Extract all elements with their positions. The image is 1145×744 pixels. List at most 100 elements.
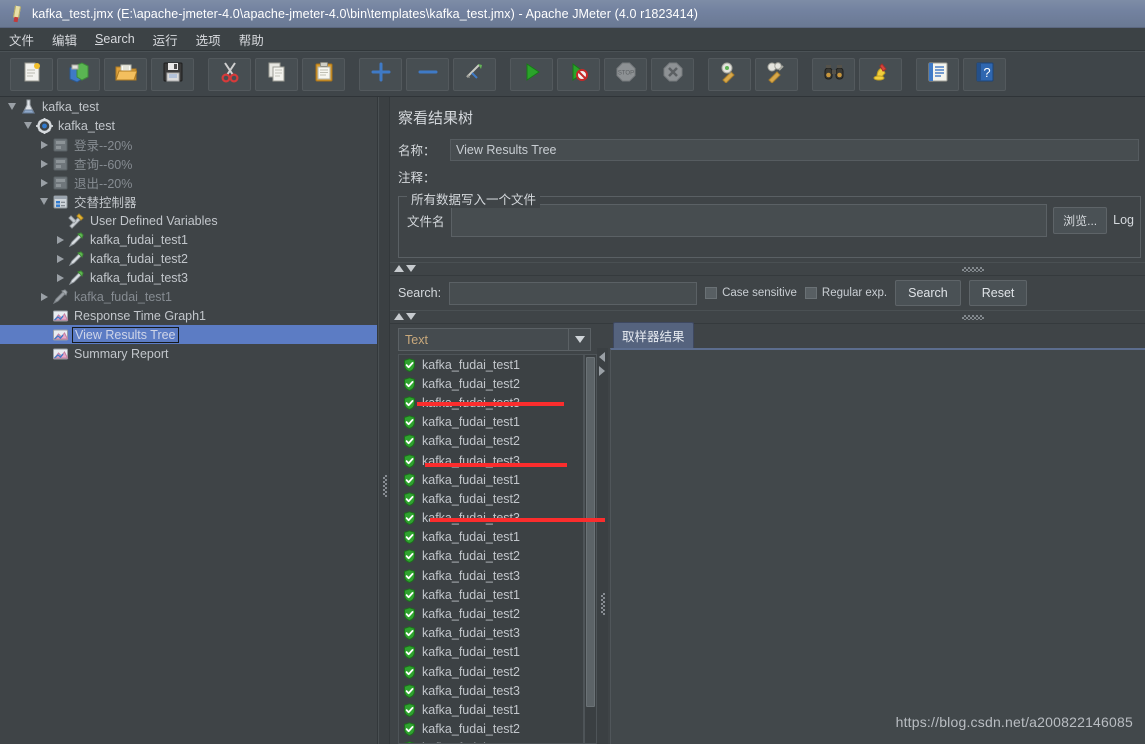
shutdown-button[interactable] <box>651 57 694 91</box>
result-list-item[interactable]: kafka_fudai_test1 <box>399 643 583 662</box>
result-list-item[interactable]: kafka_fudai_test3 <box>399 451 583 470</box>
templates-button[interactable] <box>57 57 100 91</box>
name-input[interactable]: View Results Tree <box>450 138 1139 161</box>
collapse-arrows-icon[interactable] <box>394 265 416 272</box>
collapse-arrows-icon[interactable] <box>394 313 416 320</box>
search-binoculars-button[interactable] <box>812 57 855 91</box>
menu-item-3[interactable]: Search <box>86 30 144 48</box>
chevron-down-icon[interactable] <box>568 329 590 350</box>
result-list-item[interactable]: kafka_fudai_test1 <box>399 585 583 604</box>
case-sensitive-checkbox[interactable]: Case sensitive <box>705 287 797 299</box>
result-list-item[interactable]: kafka_fudai_test3 <box>399 739 583 743</box>
tree-node-8[interactable]: kafka_fudai_test1 <box>0 230 377 249</box>
chevron-right-icon[interactable] <box>36 289 52 305</box>
chevron-down-icon[interactable] <box>4 99 20 115</box>
renderer-select[interactable]: Text <box>398 328 591 351</box>
result-list-item[interactable]: kafka_fudai_test3 <box>399 624 583 643</box>
tree-node-4[interactable]: 查询--60% <box>0 154 377 173</box>
result-list-item[interactable]: kafka_fudai_test2 <box>399 720 583 739</box>
menu-item-6[interactable]: 帮助 <box>230 28 273 51</box>
paste-clipboard-button[interactable] <box>302 57 345 91</box>
tree-node-11[interactable]: kafka_fudai_test1 <box>0 287 377 306</box>
results-list[interactable]: kafka_fudai_test1 kafka_fudai_test2 kafka_… <box>398 354 584 744</box>
result-list-item[interactable]: kafka_fudai_test2 <box>399 432 583 451</box>
chevron-right-icon[interactable] <box>36 156 52 172</box>
splitter-grip-icon[interactable] <box>383 475 387 497</box>
chevron-right-icon[interactable] <box>36 175 52 191</box>
collapse-minus-button[interactable] <box>406 57 449 91</box>
menu-item-2[interactable]: 编辑 <box>43 28 86 51</box>
regular-exp-checkbox[interactable]: Regular exp. <box>804 287 887 299</box>
horizontal-splitter-grip-icon[interactable] <box>962 315 984 320</box>
reset-button[interactable]: Reset <box>968 280 1028 306</box>
filename-input[interactable] <box>450 203 1048 237</box>
menu-item-4[interactable]: 运行 <box>144 28 187 51</box>
function-helper-button[interactable] <box>916 57 959 91</box>
result-list-item[interactable]: kafka_fudai_test1 <box>399 355 583 374</box>
tree-node-10[interactable]: kafka_fudai_test3 <box>0 268 377 287</box>
start-no-timers-button[interactable] <box>557 57 600 91</box>
checkbox-box-icon[interactable] <box>804 287 817 299</box>
browse-button[interactable]: 浏览... <box>1053 206 1108 234</box>
open-folder-button[interactable] <box>104 57 147 91</box>
result-list-item[interactable]: kafka_fudai_test1 <box>399 470 583 489</box>
results-splitter[interactable] <box>597 348 608 744</box>
expand-plus-button[interactable] <box>359 57 402 91</box>
result-list-item[interactable]: kafka_fudai_test1 <box>399 528 583 547</box>
tree-node-9[interactable]: kafka_fudai_test2 <box>0 249 377 268</box>
tree-node-1[interactable]: kafka_test <box>0 97 377 116</box>
tree-node-3[interactable]: 登录--20% <box>0 135 377 154</box>
new-document-button[interactable] <box>10 57 53 91</box>
test-plan-tree[interactable]: kafka_test kafka_test 登录--20% 查询--60% 退出--20… <box>0 97 378 744</box>
chevron-right-icon[interactable] <box>36 137 52 153</box>
result-list-item[interactable]: kafka_fudai_test3 <box>399 681 583 700</box>
result-list-item[interactable]: kafka_fudai_test2 <box>399 604 583 623</box>
result-list-item[interactable]: kafka_fudai_test2 <box>399 662 583 681</box>
tree-node-12[interactable]: Response Time Graph1 <box>0 306 377 325</box>
tree-node-6[interactable]: 交替控制器 <box>0 192 377 211</box>
checkbox-box-icon[interactable] <box>705 287 718 299</box>
tree-node-14[interactable]: Summary Report <box>0 344 377 363</box>
scrollbar-thumb[interactable] <box>586 357 595 707</box>
start-play-button[interactable] <box>510 57 553 91</box>
chevron-right-icon[interactable] <box>52 232 68 248</box>
menu-item-1[interactable]: 文件 <box>0 28 43 51</box>
results-collapse-strip[interactable] <box>390 310 1145 324</box>
search-input[interactable] <box>449 281 698 305</box>
chevron-down-icon[interactable] <box>36 194 52 210</box>
result-list-item[interactable]: kafka_fudai_test3 <box>399 566 583 585</box>
results-list-scrollbar[interactable] <box>584 354 597 744</box>
help-book-button[interactable]: ? <box>963 57 1006 91</box>
toggle-button[interactable] <box>453 57 496 91</box>
menu-item-5[interactable]: 选项 <box>187 28 230 51</box>
chevron-right-icon[interactable] <box>52 251 68 267</box>
stop-button[interactable]: STOP <box>604 57 647 91</box>
chevron-down-icon[interactable] <box>20 118 36 134</box>
tree-node-7[interactable]: User Defined Variables <box>0 211 377 230</box>
tree-node-5[interactable]: 退出--20% <box>0 173 377 192</box>
comment-input[interactable] <box>450 165 1139 188</box>
chevron-right-icon[interactable] <box>52 270 68 286</box>
result-list-item[interactable]: kafka_fudai_test2 <box>399 489 583 508</box>
clear-all-button[interactable] <box>755 57 798 91</box>
splitter-grip-icon[interactable] <box>601 593 605 615</box>
result-list-item[interactable]: kafka_fudai_test1 <box>399 700 583 719</box>
result-list-item[interactable]: kafka_fudai_test1 <box>399 413 583 432</box>
clear-button[interactable] <box>708 57 751 91</box>
save-floppy-button[interactable] <box>151 57 194 91</box>
splitter-expand-right-icon[interactable] <box>599 352 605 362</box>
tab-sampler-result[interactable]: 取样器结果 <box>613 322 694 348</box>
splitter-expand-left-icon[interactable] <box>599 366 605 376</box>
search-button[interactable]: Search <box>895 280 961 306</box>
sampler-result-content[interactable] <box>610 348 1145 744</box>
tree-node-13[interactable]: View Results Tree <box>0 325 377 344</box>
horizontal-splitter-grip-icon[interactable] <box>962 267 984 272</box>
cut-scissors-button[interactable] <box>208 57 251 91</box>
main-splitter[interactable] <box>378 97 390 744</box>
result-list-item[interactable]: kafka_fudai_test2 <box>399 547 583 566</box>
copy-button[interactable] <box>255 57 298 91</box>
result-list-item[interactable]: kafka_fudai_test2 <box>399 374 583 393</box>
top-collapse-strip[interactable] <box>390 262 1145 276</box>
reset-search-button[interactable] <box>859 57 902 91</box>
tree-node-2[interactable]: kafka_test <box>0 116 377 135</box>
